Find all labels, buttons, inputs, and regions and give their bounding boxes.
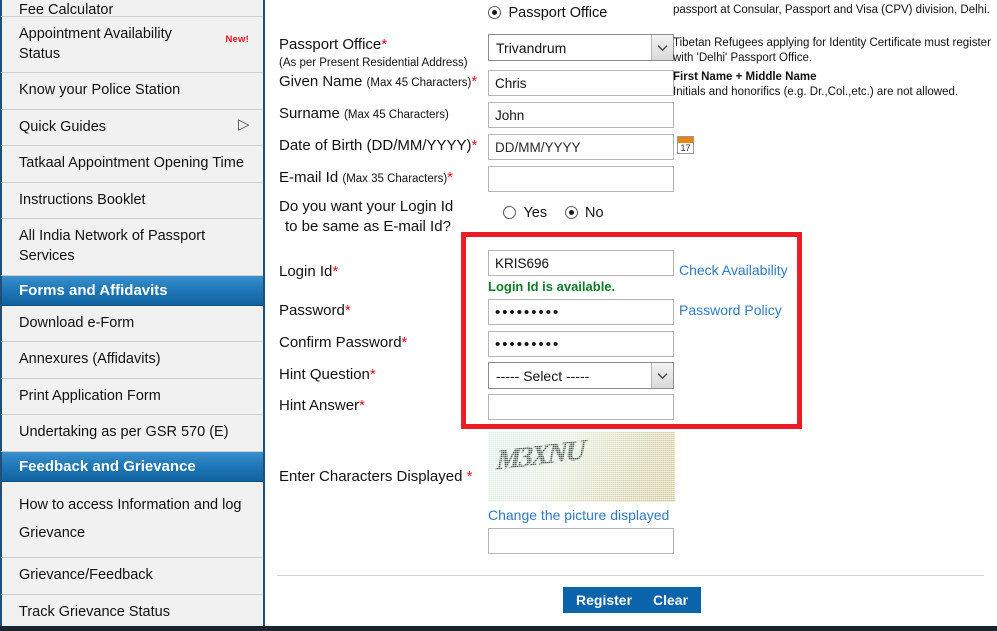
- sidebar-item-how-to-access-information[interactable]: How to access Information and log Grieva…: [0, 481, 263, 559]
- password-input[interactable]: [488, 299, 674, 325]
- required-marker: *: [381, 36, 388, 53]
- email-label: E-mail Id (Max 35 Characters)*: [279, 169, 454, 186]
- sidebar-item-download-e-form[interactable]: Download e-Form: [0, 305, 263, 343]
- chevron-down-icon: [651, 35, 673, 60]
- confirm-password-label: Confirm Password*: [279, 334, 408, 351]
- sidebar-item-label: Track Grievance Status: [19, 603, 170, 620]
- footer-bar: [0, 626, 997, 631]
- hint-question-value: ----- Select -----: [496, 367, 590, 384]
- sidebar-item-label: Print Application Form: [19, 387, 161, 404]
- sidebar-header-feedback-and-grievance[interactable]: Feedback and Grievance: [0, 451, 263, 482]
- sidebar-item-fee-calculator[interactable]: Fee Calculator: [0, 0, 263, 17]
- sidebar-menu: Fee Calculator Appointment Availability …: [0, 0, 263, 631]
- form-divider: [277, 575, 984, 576]
- radio-login-same-yes-label: Yes: [523, 205, 548, 221]
- login-id-label: Login Id*: [279, 263, 339, 280]
- sidebar-item-label: Fee Calculator: [19, 2, 114, 17]
- passport-office-label: Passport Office* (As per Present Residen…: [279, 36, 468, 69]
- radio-passport-office-label: Passport Office: [508, 5, 608, 21]
- sidebar-item-grievance-feedback[interactable]: Grievance/Feedback: [0, 558, 263, 595]
- calendar-icon[interactable]: 17: [677, 136, 694, 154]
- passport-office-value: Trivandrum: [496, 39, 567, 56]
- captcha-label: Enter Characters Displayed *: [279, 468, 473, 485]
- passport-office-sublabel: (As per Present Residential Address): [279, 56, 468, 69]
- sidebar: Fee Calculator Appointment Availability …: [0, 0, 265, 631]
- sidebar-item-label: Grievance/Feedback: [19, 567, 153, 584]
- radio-login-same-yes[interactable]: [503, 206, 516, 219]
- sidebar-header-forms-and-affidavits[interactable]: Forms and Affidavits: [0, 275, 263, 306]
- register-button[interactable]: Register: [563, 587, 646, 613]
- confirm-password-input[interactable]: [488, 331, 674, 357]
- sidebar-item-label: Know your Police Station: [19, 82, 181, 99]
- login-id-input[interactable]: [488, 250, 674, 276]
- sidebar-item-label: How to access Information and log Grieva…: [19, 496, 242, 542]
- sidebar-item-label: Appointment Availability Status: [19, 26, 172, 62]
- given-name-hint-title: First Name + Middle Name: [673, 71, 817, 83]
- given-name-hint-text: Initials and honorifics (e.g. Dr.,Col.,e…: [673, 85, 959, 98]
- sidebar-item-print-application-form[interactable]: Print Application Form: [0, 378, 263, 416]
- passport-office-select[interactable]: Trivandrum: [488, 34, 674, 61]
- sidebar-item-tatkaal-appointment-opening-time[interactable]: Tatkaal Appointment Opening Time: [0, 146, 263, 183]
- given-name-label: Given Name (Max 45 Characters)*: [279, 73, 478, 90]
- clear-button[interactable]: Clear: [640, 587, 702, 613]
- change-captcha-link[interactable]: Change the picture displayed: [488, 507, 669, 523]
- password-policy-link[interactable]: Password Policy: [679, 302, 782, 318]
- email-input[interactable]: [488, 166, 674, 192]
- sidebar-item-label: Quick Guides: [19, 118, 107, 135]
- hint-question-label: Hint Question*: [279, 366, 376, 383]
- sidebar-item-annexures-affidavits[interactable]: Annexures (Affidavits): [0, 342, 263, 379]
- surname-input[interactable]: [488, 102, 674, 128]
- passport-office-hint: Tibetan Refugees applying for Identity C…: [673, 37, 991, 64]
- dob-label: Date of Birth (DD/MM/YYYY)*: [279, 137, 478, 154]
- captcha-input[interactable]: [488, 528, 674, 554]
- sidebar-item-label: All India Network of Passport Services: [19, 228, 206, 264]
- sidebar-item-all-india-network[interactable]: All India Network of Passport Services: [0, 219, 263, 276]
- sidebar-item-appointment-availability-status[interactable]: Appointment Availability Status New!: [0, 17, 263, 74]
- hint-answer-label: Hint Answer*: [279, 397, 365, 414]
- radio-login-same-no-label: No: [585, 205, 604, 221]
- sidebar-item-label: Instructions Booklet: [19, 191, 146, 208]
- sidebar-item-quick-guides[interactable]: Quick Guides: [0, 109, 263, 147]
- hint-question-select[interactable]: ----- Select -----: [488, 362, 674, 389]
- registration-form: passport at Consular, Passport and Visa …: [265, 0, 997, 631]
- sidebar-header-label: Forms and Affidavits: [19, 281, 168, 299]
- hint-answer-input[interactable]: [488, 394, 674, 420]
- sidebar-header-label: Feedback and Grievance: [19, 457, 196, 475]
- chevron-right-icon: [238, 117, 250, 133]
- new-badge: New!: [225, 34, 249, 46]
- captcha-noise-overlay: [488, 432, 675, 502]
- chevron-down-icon: [651, 363, 673, 388]
- login-id-availability-message: Login Id is available.: [488, 279, 616, 294]
- sidebar-item-label: Annexures (Affidavits): [19, 351, 161, 368]
- sidebar-item-label: Download e-Form: [19, 314, 135, 331]
- sidebar-item-label: Undertaking as per GSR 570 (E): [19, 424, 229, 441]
- login-same-as-email-label: Do you want your Login Id to be same as …: [279, 198, 454, 235]
- password-label: Password*: [279, 302, 351, 319]
- calendar-icon-day: 17: [680, 143, 691, 153]
- check-availability-link[interactable]: Check Availability: [679, 262, 788, 278]
- sidebar-item-know-your-police-station[interactable]: Know your Police Station: [0, 73, 263, 110]
- dob-input[interactable]: [488, 134, 674, 160]
- given-name-input[interactable]: [488, 70, 674, 96]
- sidebar-item-instructions-booklet[interactable]: Instructions Booklet: [0, 182, 263, 220]
- given-name-hint: First Name + Middle Name Initials and ho…: [673, 70, 993, 99]
- radio-passport-office[interactable]: [488, 6, 501, 19]
- captcha-image: M3XNU: [488, 432, 675, 502]
- surname-label: Surname (Max 45 Characters): [279, 105, 449, 122]
- sidebar-item-undertaking-gsr-570[interactable]: Undertaking as per GSR 570 (E): [0, 415, 263, 452]
- radio-login-same-no[interactable]: [564, 206, 578, 219]
- registration-page: Fee Calculator Appointment Availability …: [0, 0, 997, 631]
- sidebar-item-label: Tatkaal Appointment Opening Time: [19, 155, 244, 172]
- cpv-note: passport at Consular, Passport and Visa …: [673, 4, 990, 16]
